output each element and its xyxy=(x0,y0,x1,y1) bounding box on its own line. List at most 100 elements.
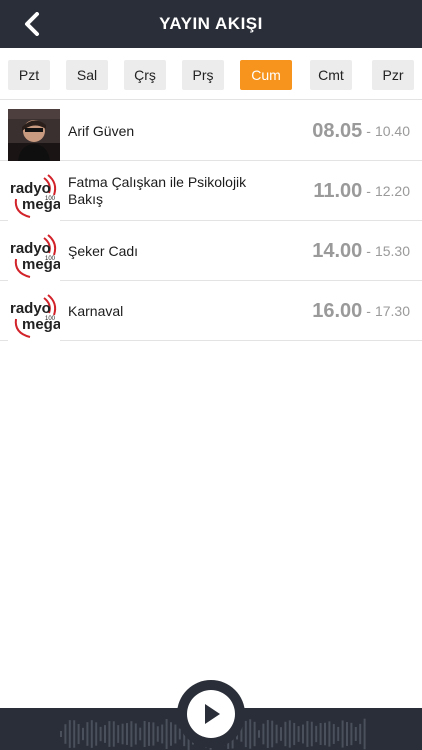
waveform-bar xyxy=(332,724,335,744)
svg-text:radyo: radyo xyxy=(10,180,51,197)
waveform-bar xyxy=(68,720,71,748)
end-time: 17.30 xyxy=(374,303,410,319)
waveform-bar xyxy=(174,724,177,744)
time-separator: - xyxy=(366,303,371,319)
play-icon xyxy=(205,704,220,724)
time-separator: - xyxy=(366,123,371,139)
tab-cmt[interactable]: Cmt xyxy=(310,60,352,90)
waveform-bar xyxy=(104,725,106,743)
waveform-bar xyxy=(152,722,155,746)
start-time: 14.00 xyxy=(312,239,363,262)
waveform-bar xyxy=(262,723,265,745)
play-button[interactable] xyxy=(187,690,235,738)
waveform-bar xyxy=(86,722,89,746)
svg-text:radyo: radyo xyxy=(10,240,51,257)
start-time: 11.00 xyxy=(313,179,363,202)
waveform-bar xyxy=(139,727,142,741)
waveform-bar xyxy=(271,720,274,748)
tab-cum[interactable]: Cum xyxy=(240,60,292,90)
waveform-bar xyxy=(350,722,353,746)
program-time: 14.00 - 15.30 xyxy=(312,221,410,281)
waveform-bar xyxy=(324,722,326,746)
radyo-mega-logo: radyo 100 mega xyxy=(8,229,60,281)
radyo-mega-logo: radyo 100 mega xyxy=(8,169,60,221)
waveform-bar xyxy=(354,727,357,741)
tab-prs[interactable]: Prş xyxy=(182,60,224,90)
waveform-bar xyxy=(288,720,291,748)
waveform-bar xyxy=(337,726,340,742)
host-photo xyxy=(8,109,60,161)
waveform-bar xyxy=(319,723,322,745)
waveform-bar xyxy=(302,724,304,744)
waveform-bar xyxy=(64,724,67,744)
svg-text:mega: mega xyxy=(22,256,60,273)
waveform-bar xyxy=(346,722,348,746)
waveform-bar xyxy=(161,724,164,744)
day-tabs: Pzt Sal Çrş Prş Cum Cmt Pzr xyxy=(0,48,422,100)
program-title: Şeker Cadı xyxy=(68,242,139,259)
waveform-bar xyxy=(284,721,287,747)
waveform-bar xyxy=(156,726,159,742)
program-title: Arif Güven xyxy=(68,122,135,139)
program-title: Karnaval xyxy=(68,302,124,319)
waveform-bar xyxy=(328,721,331,747)
waveform-bar xyxy=(280,727,282,741)
waveform-bar xyxy=(293,722,296,746)
waveform-bar xyxy=(77,723,80,745)
waveform-bar xyxy=(297,726,300,742)
waveform-bar xyxy=(170,722,172,746)
waveform-bar xyxy=(275,724,278,744)
tab-crs[interactable]: Çrş xyxy=(124,60,166,90)
waveform-bar xyxy=(143,720,146,748)
waveform-bar xyxy=(117,725,120,743)
waveform-bar xyxy=(90,720,93,748)
svg-text:mega: mega xyxy=(22,196,60,213)
waveform-bar xyxy=(148,722,150,746)
program-row[interactable]: Arif Güven 08.05 - 10.40 xyxy=(0,101,422,161)
waveform-bar xyxy=(112,721,115,747)
waveform-bar xyxy=(82,727,84,741)
end-time: 10.40 xyxy=(374,123,410,139)
waveform-bar xyxy=(315,725,318,743)
waveform-bar xyxy=(253,721,256,747)
tab-pzr[interactable]: Pzr xyxy=(372,60,414,90)
play-button-frame xyxy=(177,680,245,748)
waveform-bar xyxy=(249,719,252,749)
waveform-bar xyxy=(341,720,344,748)
program-row[interactable]: radyo 100 mega Karnaval 16.00 - 17.30 xyxy=(0,281,422,341)
program-row[interactable]: radyo 100 mega Fatma Çalışkan ile Psikol… xyxy=(0,161,422,221)
end-time: 12.20 xyxy=(374,183,410,199)
radyo-mega-logo: radyo 100 mega xyxy=(8,289,60,341)
waveform-bar xyxy=(244,720,247,748)
waveform-bar xyxy=(266,720,269,748)
start-time: 08.05 xyxy=(312,119,363,142)
program-time: 11.00 - 12.20 xyxy=(313,161,410,221)
svg-text:mega: mega xyxy=(22,316,60,333)
waveform-bar xyxy=(126,723,128,745)
waveform-bar xyxy=(134,723,137,745)
program-row[interactable]: radyo 100 mega Şeker Cadı 14.00 - 15.30 xyxy=(0,221,422,281)
page-title: YAYIN AKIŞI xyxy=(159,14,263,33)
waveform-bar xyxy=(310,721,313,747)
tab-pzt[interactable]: Pzt xyxy=(8,60,50,90)
waveform-bar xyxy=(165,719,168,749)
waveform-bar xyxy=(108,721,111,747)
time-separator: - xyxy=(366,183,371,199)
time-separator: - xyxy=(366,243,371,259)
program-list: Arif Güven 08.05 - 10.40 radyo 100 mega … xyxy=(0,101,422,341)
waveform-bar xyxy=(121,723,124,745)
waveform-bar xyxy=(95,722,98,746)
waveform-bar xyxy=(60,731,62,737)
program-time: 16.00 - 17.30 xyxy=(312,281,410,341)
waveform-bar xyxy=(73,720,76,748)
waveform-bar xyxy=(306,721,309,747)
header-bar: YAYIN AKIŞI xyxy=(0,0,422,48)
program-time: 08.05 - 10.40 xyxy=(312,101,410,161)
end-time: 15.30 xyxy=(374,243,410,259)
tab-sal[interactable]: Sal xyxy=(66,60,108,90)
waveform-bar xyxy=(130,721,133,747)
start-time: 16.00 xyxy=(312,299,363,322)
svg-text:radyo: radyo xyxy=(10,300,51,317)
waveform-bar xyxy=(99,726,102,742)
program-title: Fatma Çalışkan ile Psikolojik Bakış xyxy=(68,174,247,207)
